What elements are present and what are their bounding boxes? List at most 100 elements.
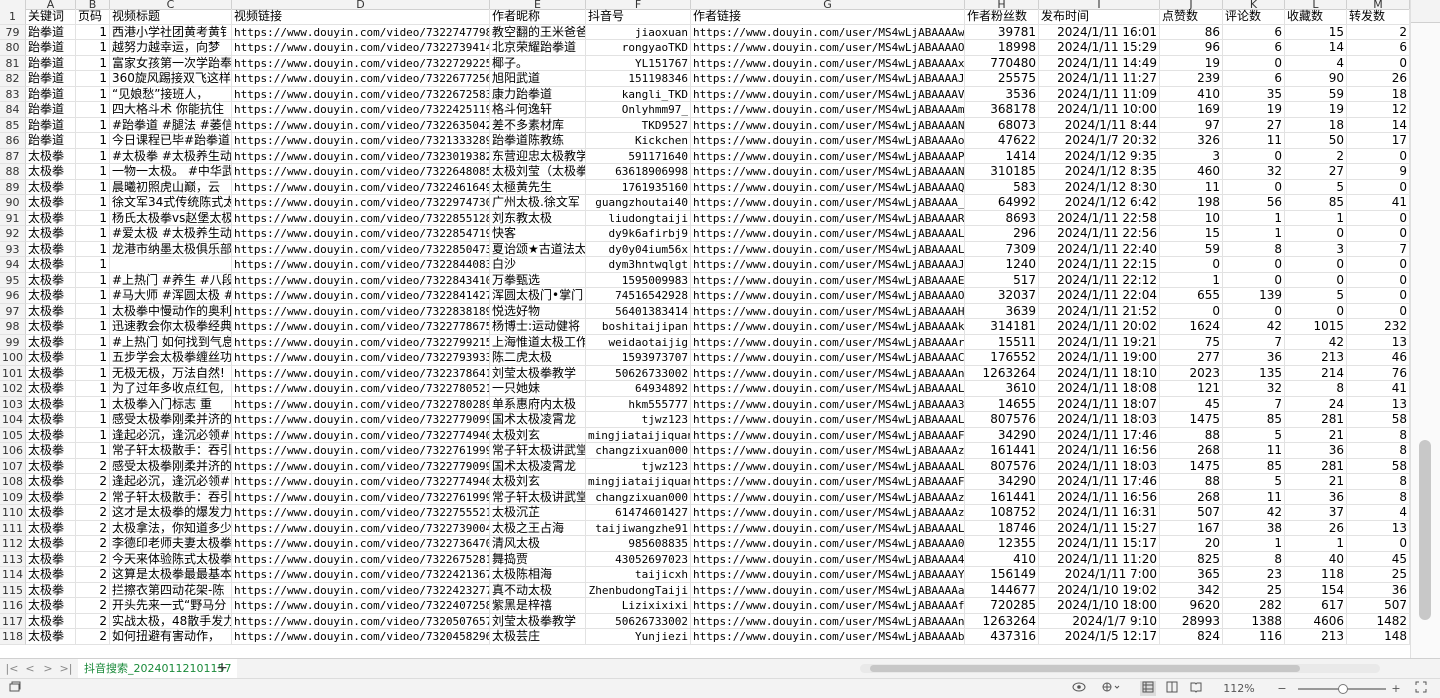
cell-nick[interactable]: 康力跆拳道 (490, 86, 586, 102)
row-number[interactable]: 105 (0, 427, 26, 443)
cell-fans[interactable]: 1263264 (965, 365, 1039, 381)
cell-title[interactable]: 太极拿法，你知道多少 (110, 520, 232, 536)
cell-vurl[interactable]: https://www.douyin.com/video/73227619997… (232, 489, 490, 505)
row-number[interactable]: 109 (0, 489, 26, 505)
cell-aurl[interactable]: https://www.douyin.com/user/MS4wLjABAAAA… (691, 381, 965, 397)
cell-vurl[interactable]: https://www.douyin.com/video/73227749407… (232, 427, 490, 443)
cell-kw[interactable]: 太极拳 (26, 598, 76, 614)
cell-title[interactable]: 富家女孩第一次学跆奉 (110, 55, 232, 71)
cell-fans[interactable]: 15511 (965, 334, 1039, 350)
cell-did[interactable]: 43052697023 (586, 551, 691, 567)
cell-pg[interactable]: 2 (76, 567, 110, 583)
vertical-scroll-thumb[interactable] (1419, 440, 1431, 620)
cell-fav[interactable]: 40 (1285, 551, 1347, 567)
cell-fav[interactable]: 24 (1285, 396, 1347, 412)
cell-cmt[interactable]: 8 (1223, 241, 1285, 257)
cell-cmt[interactable]: 8 (1223, 551, 1285, 567)
column-header-kw[interactable]: 关键词 (26, 9, 76, 25)
cell-fwd[interactable]: 36 (1347, 582, 1410, 598)
cell-title[interactable]: 四大格斗术 你能抗住 (110, 102, 232, 118)
cell-like[interactable]: 1624 (1160, 319, 1223, 335)
cell-cmt[interactable]: 27 (1223, 117, 1285, 133)
cell-time[interactable]: 2024/1/11 15:17 (1039, 536, 1160, 552)
cell-title[interactable]: #马大师 #浑圆太极 # (110, 288, 232, 304)
cell-nick[interactable]: 国术太极凌霄龙 (490, 412, 586, 428)
cell-like[interactable]: 1 (1160, 272, 1223, 288)
row-number[interactable]: 106 (0, 443, 26, 459)
cell-kw[interactable]: 太极拳 (26, 458, 76, 474)
cell-fwd[interactable]: 0 (1347, 210, 1410, 226)
cell-fav[interactable]: 0 (1285, 303, 1347, 319)
cell-did[interactable]: jiaoxuan (586, 24, 691, 40)
cell-cmt[interactable]: 282 (1223, 598, 1285, 614)
cell-did[interactable]: mingjiataijiquan (586, 474, 691, 490)
cell-fwd[interactable]: 507 (1347, 598, 1410, 614)
cell-vurl[interactable]: https://www.douyin.com/video/73224072586… (232, 598, 490, 614)
cell-like[interactable]: 460 (1160, 164, 1223, 180)
cell-aurl[interactable]: https://www.douyin.com/user/MS4wLjABAAAA… (691, 598, 965, 614)
cell-cmt[interactable]: 11 (1223, 489, 1285, 505)
row-number[interactable]: 113 (0, 551, 26, 567)
cell-time[interactable]: 2024/1/10 19:02 (1039, 582, 1160, 598)
row-number[interactable]: 91 (0, 210, 26, 226)
cell-pg[interactable]: 1 (76, 241, 110, 257)
cell-fav[interactable]: 1015 (1285, 319, 1347, 335)
cell-cmt[interactable]: 7 (1223, 334, 1285, 350)
cell-vurl[interactable]: https://www.douyin.com/video/73228504733… (232, 241, 490, 257)
cell-fav[interactable]: 5 (1285, 288, 1347, 304)
cell-like[interactable]: 121 (1160, 381, 1223, 397)
cell-fav[interactable]: 118 (1285, 567, 1347, 583)
cell-cmt[interactable]: 32 (1223, 381, 1285, 397)
column-letter-C[interactable]: C (110, 0, 232, 10)
normal-view-icon[interactable] (1140, 681, 1156, 696)
cell-kw[interactable]: 跆拳道 (26, 133, 76, 149)
cell-fwd[interactable]: 13 (1347, 396, 1410, 412)
vertical-scrollbar[interactable] (1410, 0, 1440, 658)
row-number[interactable]: 97 (0, 303, 26, 319)
cell-pg[interactable]: 2 (76, 489, 110, 505)
cell-kw[interactable]: 太极拳 (26, 520, 76, 536)
row-number[interactable]: 103 (0, 396, 26, 412)
cell-cmt[interactable]: 42 (1223, 505, 1285, 521)
cell-cmt[interactable]: 36 (1223, 350, 1285, 366)
cell-fwd[interactable]: 13 (1347, 334, 1410, 350)
cell-nick[interactable]: 国术太极凌霄龙 (490, 458, 586, 474)
cell-cmt[interactable]: 6 (1223, 40, 1285, 56)
cell-nick[interactable]: 刘莹太极拳教学 (490, 365, 586, 381)
column-letter-M[interactable]: M (1347, 0, 1410, 10)
cell-nick[interactable]: 浑圆太极门•掌门 (490, 288, 586, 304)
cell-cmt[interactable]: 0 (1223, 148, 1285, 164)
spreadsheet-grid[interactable]: ABCDEFGHIJKLM 1 关键词 页码 视频标题 视频链接 作者昵称 抖音号 作者链接作… (0, 0, 1410, 658)
cell-did[interactable]: kangli_TKD (586, 86, 691, 102)
cell-cmt[interactable]: 11 (1223, 133, 1285, 149)
cell-pg[interactable]: 1 (76, 86, 110, 102)
cell-vurl[interactable]: https://www.douyin.com/video/73229747301… (232, 195, 490, 211)
cell-fans[interactable]: 18746 (965, 520, 1039, 536)
cell-nick[interactable]: 刘莹太极拳教学 (490, 613, 586, 629)
row-number[interactable]: 79 (0, 24, 26, 40)
cell-fwd[interactable]: 2 (1347, 24, 1410, 40)
cell-did[interactable]: 151198346 (586, 71, 691, 87)
column-letter-F[interactable]: F (586, 0, 691, 10)
row-number[interactable]: 88 (0, 164, 26, 180)
cell-like[interactable]: 86 (1160, 24, 1223, 40)
cell-like[interactable]: 342 (1160, 582, 1223, 598)
zoom-slider-knob[interactable] (1338, 684, 1348, 694)
cell-fans[interactable]: 18998 (965, 40, 1039, 56)
cell-time[interactable]: 2024/1/12 8:35 (1039, 164, 1160, 180)
cell-fwd[interactable]: 0 (1347, 257, 1410, 273)
cell-pg[interactable]: 1 (76, 427, 110, 443)
cell-aurl[interactable]: https://www.douyin.com/user/MS4wLjABAAAA… (691, 427, 965, 443)
cell-pg[interactable]: 1 (76, 396, 110, 412)
cell-did[interactable]: tjwz123 (586, 458, 691, 474)
cell-pg[interactable]: 2 (76, 505, 110, 521)
cell-title[interactable]: #爱太极 #太极养生动 (110, 226, 232, 242)
cell-vurl[interactable]: https://www.douyin.com/video/73227992157… (232, 334, 490, 350)
cell-time[interactable]: 2024/1/12 9:35 (1039, 148, 1160, 164)
cell-time[interactable]: 2024/1/11 14:49 (1039, 55, 1160, 71)
cell-vurl[interactable]: https://www.douyin.com/video/73226752810… (232, 551, 490, 567)
cell-title[interactable]: 今天来体验陈式太极拳 (110, 551, 232, 567)
cell-fans[interactable]: 296 (965, 226, 1039, 242)
cell-like[interactable]: 0 (1160, 257, 1223, 273)
cell-fwd[interactable]: 76 (1347, 365, 1410, 381)
